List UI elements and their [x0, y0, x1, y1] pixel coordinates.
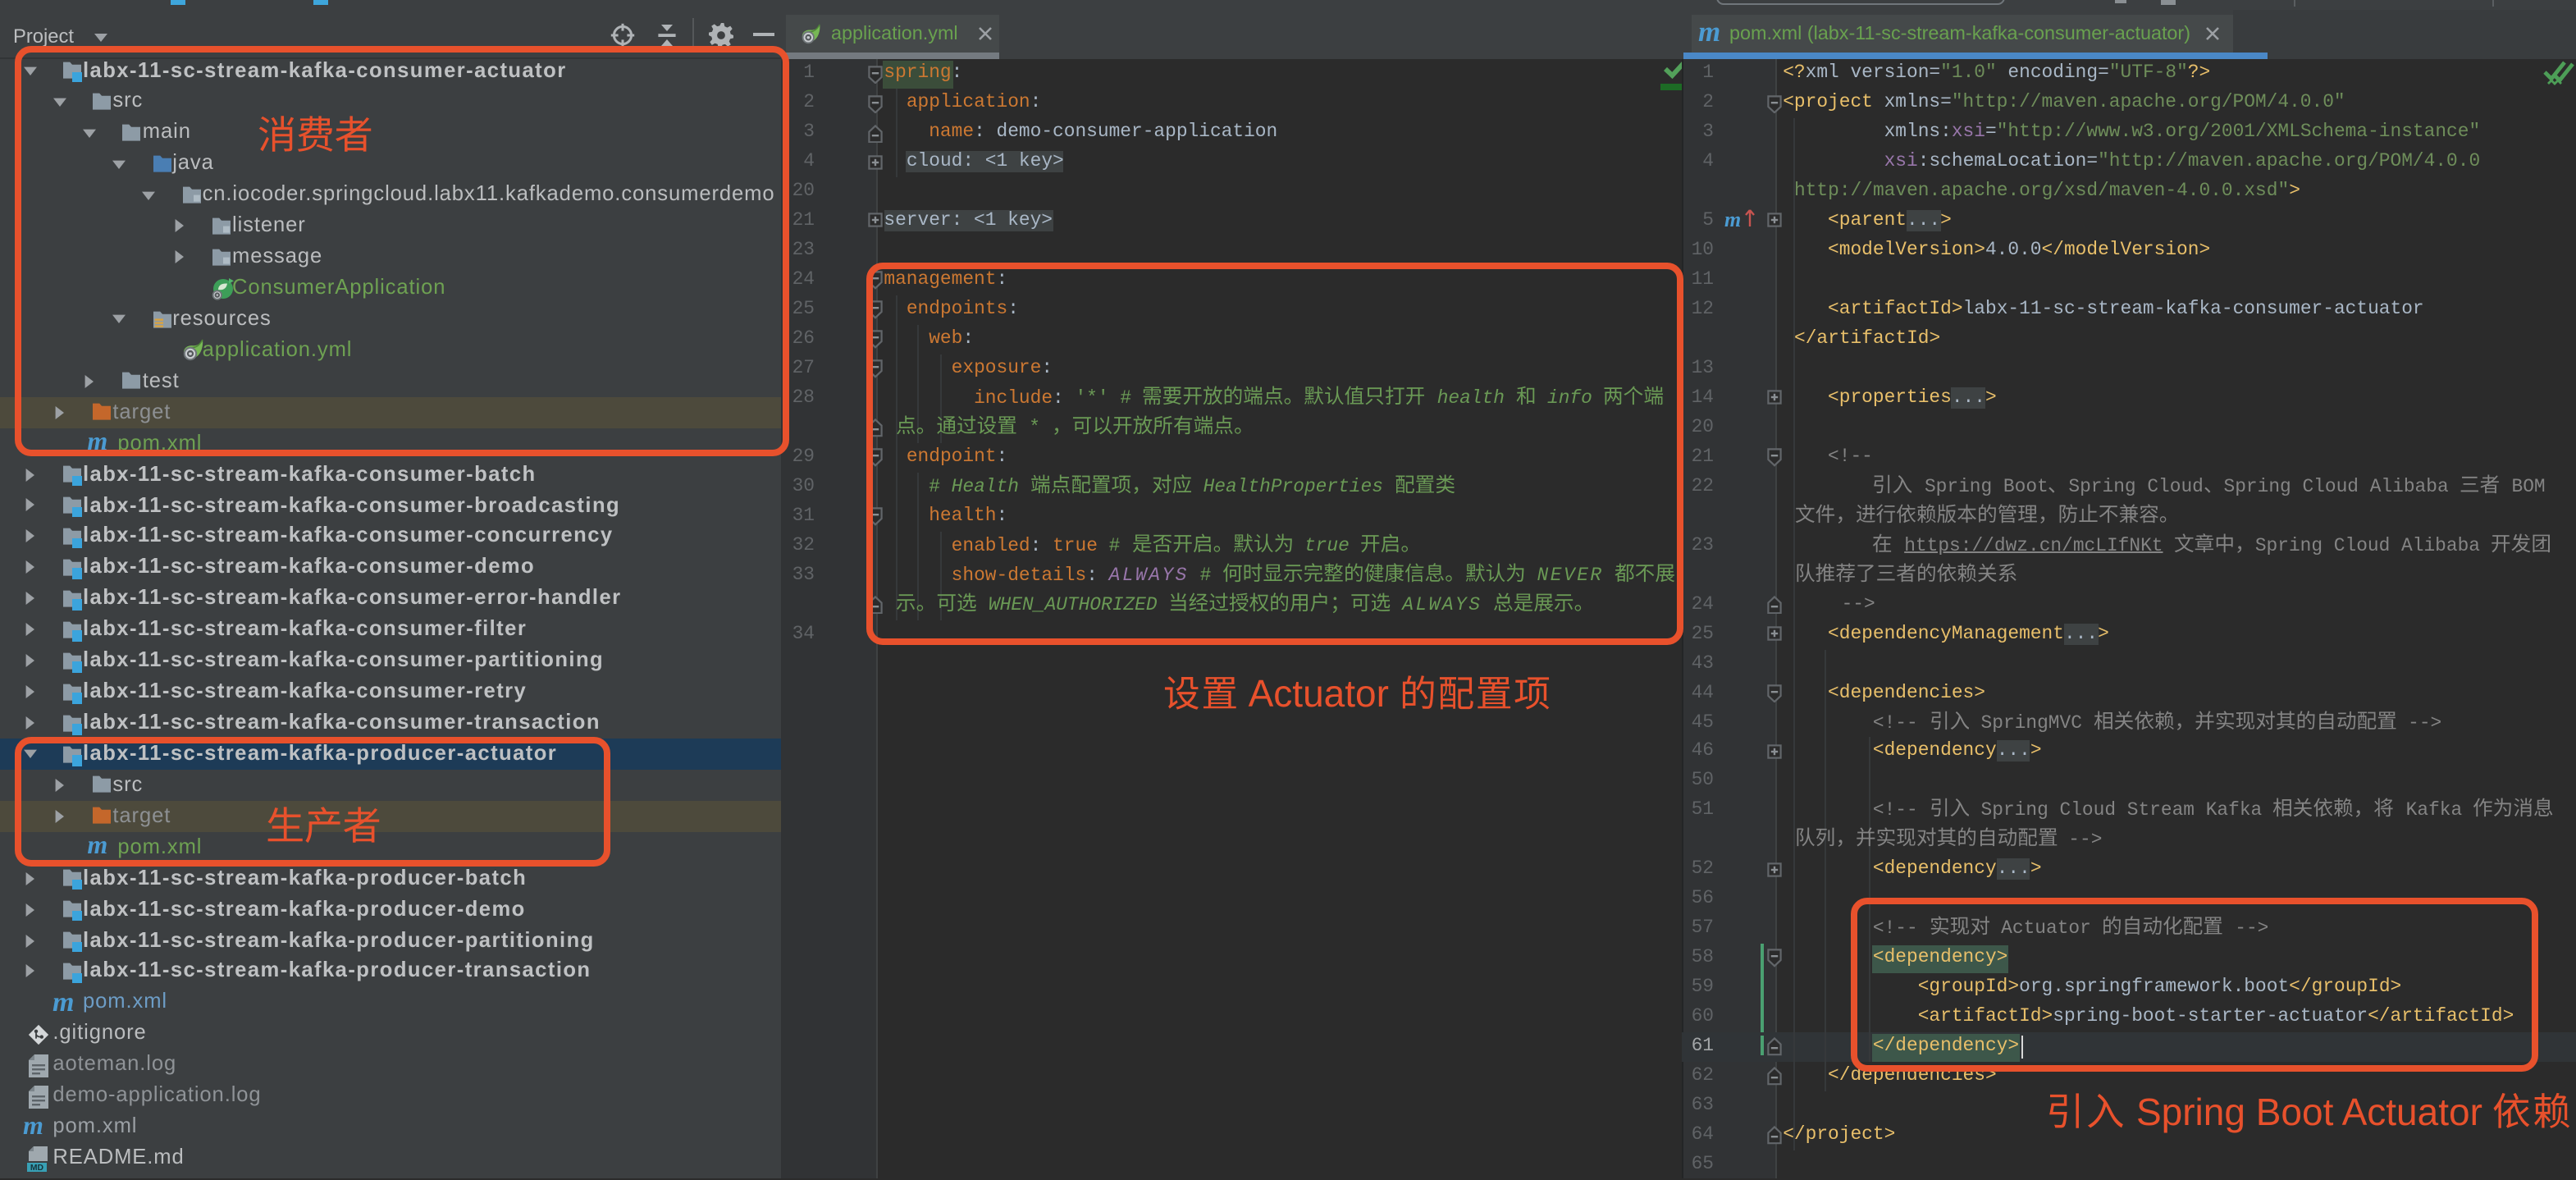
svg-text:MD: MD [30, 1163, 43, 1171]
